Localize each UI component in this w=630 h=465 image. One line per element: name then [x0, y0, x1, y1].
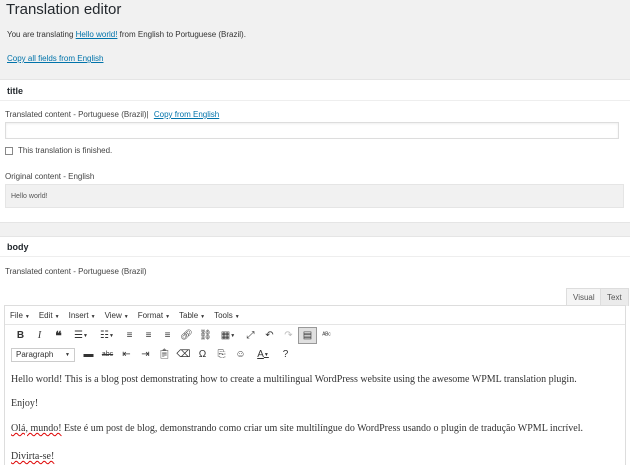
page-title: Translation editor	[6, 1, 122, 18]
original-content-label: Original content - English	[5, 172, 95, 181]
menu-tools[interactable]: Tools ▼	[214, 311, 240, 320]
align-right-icon[interactable]: ≡	[158, 327, 177, 344]
title-panel-heading: title	[0, 80, 630, 101]
align-center-icon[interactable]: ≡	[139, 327, 158, 344]
emoticons-icon[interactable]: ☺	[231, 346, 250, 363]
text-color-icon[interactable]: A ▼	[250, 346, 276, 363]
content-paragraph-3b: Este é um post de blog, demonstrando com…	[61, 423, 583, 434]
bold-button[interactable]: B	[11, 327, 30, 344]
translation-finished-label: This translation is finished.	[18, 146, 113, 155]
original-content-box: Hello world!	[5, 184, 624, 208]
tab-text[interactable]: Text	[600, 288, 629, 306]
format-select[interactable]: Paragraph ▼	[11, 347, 75, 362]
menu-table[interactable]: Table ▼	[179, 311, 205, 320]
copy-from-english-link[interactable]: Copy from English	[154, 110, 219, 119]
page-break-icon[interactable]: ⎘	[212, 346, 231, 363]
numbered-list-icon[interactable]: ☷ ▼	[94, 327, 120, 344]
intro-suffix: from English to Portuguese (Brazil).	[117, 30, 246, 39]
redo-icon[interactable]: ↷	[279, 327, 298, 344]
editor-toolbar-row-1: B I ❝ ☰ ▼ ☷ ▼ ≡ ≡ ≡ 🔗︎ ⛓ ▦ ▼ ⤢ ↶ ↷ ▤ ᴬᴮᶜ	[5, 326, 625, 345]
undo-icon[interactable]: ↶	[260, 327, 279, 344]
body-panel: body Translated content - Portuguese (Br…	[0, 236, 630, 465]
body-translated-label: Translated content - Portuguese (Brazil)	[5, 267, 147, 276]
copy-all-fields-link[interactable]: Copy all fields from English	[7, 54, 103, 63]
link-icon[interactable]: 🔗︎	[177, 327, 196, 344]
paste-text-icon[interactable]: 📋︎	[155, 346, 174, 363]
blockquote-icon[interactable]: ❝	[49, 327, 68, 344]
intro-prefix: You are translating	[7, 30, 76, 39]
menu-insert[interactable]: Insert ▼	[69, 311, 96, 320]
content-paragraph-3: Olá, mundo! Este é um post de blog, demo…	[11, 423, 583, 434]
body-panel-heading: body	[0, 237, 630, 257]
outdent-icon[interactable]: ⇤	[117, 346, 136, 363]
title-translated-label-text: Translated content - Portuguese (Brazil)…	[5, 110, 149, 119]
tab-visual[interactable]: Visual	[566, 288, 602, 306]
menu-edit[interactable]: Edit ▼	[39, 311, 60, 320]
align-left-icon[interactable]: ≡	[120, 327, 139, 344]
title-translation-input[interactable]	[5, 122, 619, 139]
content-paragraph-2: Enjoy!	[11, 398, 39, 409]
intro-text: You are translating Hello world! from En…	[7, 30, 246, 39]
toolbar-toggle-icon[interactable]: ▤	[298, 327, 317, 344]
content-paragraph-4: Divirta-se!	[11, 451, 55, 462]
clear-formatting-icon[interactable]: ⌫	[174, 346, 193, 363]
indent-icon[interactable]: ⇥	[136, 346, 155, 363]
editor-toolbar-row-2: Paragraph ▼ ▬ abc ⇤ ⇥ 📋︎ ⌫ Ω ⎘ ☺ A ▼ ?	[5, 345, 625, 364]
title-translated-label: Translated content - Portuguese (Brazil)…	[5, 110, 219, 119]
fullscreen-icon[interactable]: ⤢	[241, 327, 260, 344]
translation-finished-checkbox[interactable]	[5, 147, 13, 155]
help-icon[interactable]: ?	[276, 346, 295, 363]
horizontal-line-icon[interactable]: ▬	[79, 346, 98, 363]
italic-button[interactable]: I	[30, 327, 49, 344]
title-panel: title Translated content - Portuguese (B…	[0, 79, 630, 223]
editor-menubar: File ▼ Edit ▼ Insert ▼ View ▼ Format ▼ Table ▼…	[5, 306, 625, 325]
spellcheck-icon[interactable]: ᴬᴮᶜ	[317, 327, 336, 344]
special-character-icon[interactable]: Ω	[193, 346, 212, 363]
content-paragraph-3a: Olá, mundo!	[11, 423, 62, 434]
menu-format[interactable]: Format ▼	[138, 311, 170, 320]
table-icon[interactable]: ▦ ▼	[215, 327, 241, 344]
menu-view[interactable]: View ▼	[105, 311, 129, 320]
menu-file[interactable]: File ▼	[10, 311, 30, 320]
post-link[interactable]: Hello world!	[76, 30, 118, 39]
original-content-value: Hello world!	[11, 193, 48, 200]
unlink-icon[interactable]: ⛓	[196, 327, 215, 344]
rich-text-editor: File ▼ Edit ▼ Insert ▼ View ▼ Format ▼ Table ▼…	[4, 305, 626, 465]
strikethrough-icon[interactable]: abc	[98, 346, 117, 363]
content-paragraph-1: Hello world! This is a blog post demonst…	[11, 374, 577, 385]
bullet-list-icon[interactable]: ☰ ▼	[68, 327, 94, 344]
